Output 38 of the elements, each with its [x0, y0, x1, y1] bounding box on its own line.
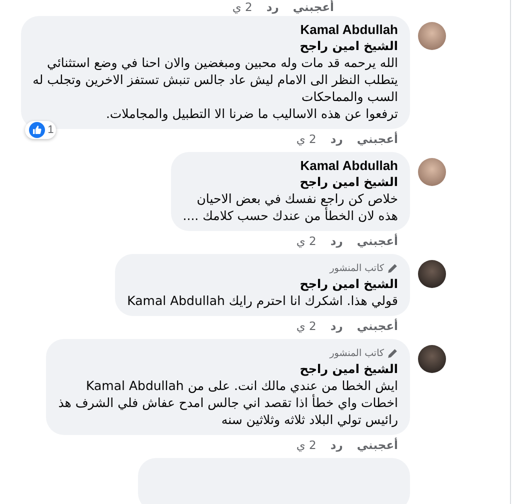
- comment-text: السب والمماحكات: [300, 88, 398, 105]
- comment-text: هذه لان الخطأ من عندك حسب كلامك ....: [182, 207, 398, 224]
- author-name[interactable]: Kamal Abdullah: [182, 158, 398, 174]
- like-icon: [28, 122, 45, 138]
- author-label: كاتب المنشور: [330, 262, 384, 274]
- avatar[interactable]: [418, 260, 446, 288]
- comment-text: خلاص كن راجع نفسك في بعض الاحيان: [196, 190, 398, 207]
- author-label: كاتب المنشور: [330, 348, 384, 358]
- like-link[interactable]: أعجبني: [356, 438, 398, 455]
- comment-text: الله يرحمه قد مات وله محبين ومبغضين والان احنا في وضع استثنائي: [46, 54, 398, 71]
- like-link[interactable]: أعجبني: [356, 319, 398, 336]
- pencil-icon: [387, 348, 398, 358]
- reply-link[interactable]: رد: [330, 438, 343, 455]
- comment-text: قولي هذا. اشكرك انا احترم رايك Kamal Abdullah: [127, 292, 398, 309]
- mention-tag[interactable]: الشيخ امين راجح: [32, 38, 398, 54]
- author-name[interactable]: الشيخ امين راجح: [127, 276, 398, 292]
- pencil-icon: [387, 262, 398, 274]
- reply-link[interactable]: رد: [266, 0, 279, 14]
- avatar[interactable]: [418, 345, 446, 373]
- comment-time[interactable]: 2 ي: [296, 234, 316, 251]
- comment-time[interactable]: 2 ي: [232, 0, 252, 14]
- comment-text: يتطلب النظر الى الامام ليش عاد جالس تنبش تستفز الاخرين وتجلب له: [32, 71, 398, 88]
- comment-text: ترفعوا عن هذه الاساليب ما ضرنا الا التطبيل والمجاملات.: [104, 105, 398, 122]
- comment-time[interactable]: 2 ي: [296, 438, 316, 455]
- comment-text: ايش الخطا من عندي مالك انت. على من Kamal Abdullah: [85, 377, 398, 394]
- mention-tag[interactable]: الشيخ امين راجح: [182, 174, 398, 190]
- reply-link[interactable]: رد: [330, 319, 343, 336]
- comment-text: رائيس تولي البلاد ثلاثه وثلاثين سنه: [220, 411, 398, 428]
- comment-text: اخطات واي خطأ اذا تقصد اني جالس امدح عفاش فلي الشرف هذ: [58, 394, 398, 411]
- comment-time[interactable]: 2 ي: [296, 132, 316, 149]
- reaction-count[interactable]: 1: [24, 121, 56, 139]
- reply-link[interactable]: رد: [330, 132, 343, 149]
- comment-time[interactable]: 2 ي: [296, 319, 316, 336]
- like-link[interactable]: أعجبني: [356, 234, 398, 251]
- author-name[interactable]: الشيخ امين راجح: [58, 361, 398, 377]
- author-name[interactable]: Kamal Abdullah: [32, 22, 398, 38]
- like-link[interactable]: أعجبني: [356, 132, 398, 149]
- reply-link[interactable]: رد: [330, 234, 343, 251]
